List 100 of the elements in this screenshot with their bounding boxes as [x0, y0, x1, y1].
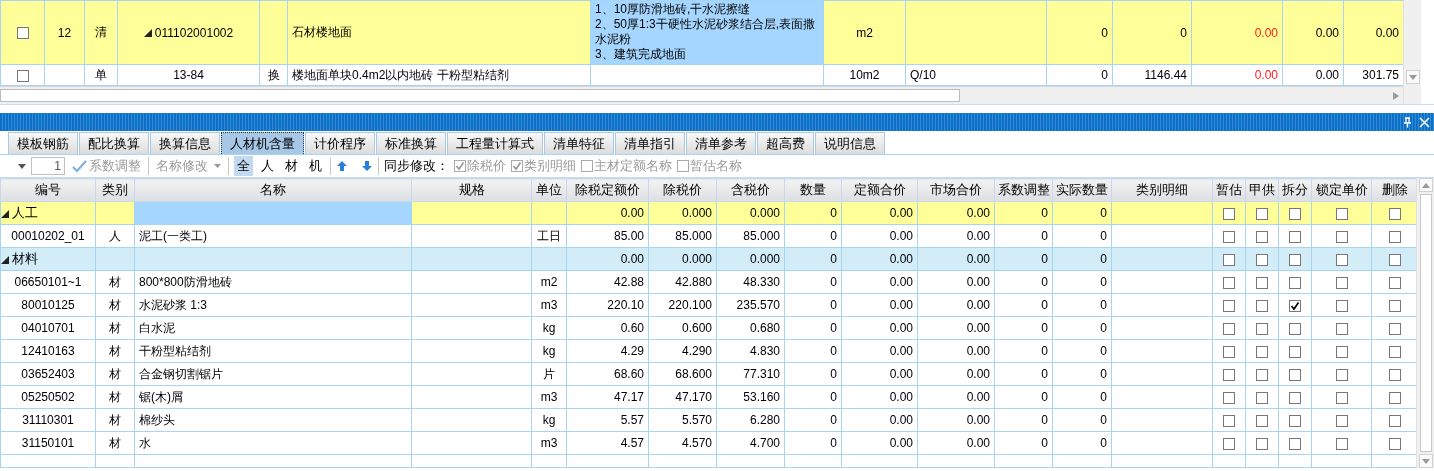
checkbox[interactable]: [1389, 368, 1401, 381]
checkbox[interactable]: [1289, 437, 1301, 450]
checkbox[interactable]: [1289, 276, 1301, 289]
vertical-scrollbar[interactable]: [1416, 178, 1434, 468]
tab[interactable]: 换算信息: [150, 132, 220, 154]
filter-button[interactable]: 材: [282, 156, 301, 176]
column-header[interactable]: 类别: [95, 178, 135, 202]
scroll-down-button[interactable]: [1418, 454, 1433, 468]
checkbox[interactable]: [1223, 368, 1235, 381]
checkbox[interactable]: [1256, 253, 1268, 266]
checkbox[interactable]: [1223, 299, 1235, 312]
tab[interactable]: 清单特征: [544, 132, 614, 154]
checkbox[interactable]: [1335, 207, 1348, 220]
checkbox[interactable]: [1335, 414, 1348, 427]
checkbox[interactable]: [1389, 299, 1401, 312]
checkbox[interactable]: [16, 27, 29, 40]
checkbox[interactable]: [1223, 322, 1235, 335]
move-down-icon[interactable]: [361, 160, 373, 172]
checkbox[interactable]: [1256, 299, 1268, 312]
checkbox[interactable]: [1223, 437, 1235, 450]
move-up-icon[interactable]: [336, 160, 348, 172]
column-header[interactable]: 规格: [411, 178, 532, 202]
checkbox[interactable]: [1223, 414, 1235, 427]
expanded-triangle-icon[interactable]: [143, 29, 152, 38]
checkbox[interactable]: [1389, 253, 1401, 266]
checkbox[interactable]: [1256, 414, 1268, 427]
checkbox[interactable]: [1256, 230, 1268, 243]
column-header[interactable]: 定额合价: [841, 178, 918, 202]
column-header[interactable]: 编号: [0, 178, 96, 202]
column-header[interactable]: 数量: [784, 178, 842, 202]
checkbox[interactable]: [1256, 345, 1268, 358]
checkbox[interactable]: [1389, 276, 1401, 289]
checkbox[interactable]: [1256, 276, 1268, 289]
group-row[interactable]: 人工 0.00 0.000 0.000 0 0.00 0.00 0 0: [0, 201, 1417, 225]
tab[interactable]: 清单参考: [686, 132, 756, 154]
vertical-scrollbar[interactable]: [1403, 0, 1421, 104]
tab[interactable]: 清单指引: [615, 132, 685, 154]
tab[interactable]: 超高费: [757, 132, 814, 154]
checkbox[interactable]: [1389, 437, 1401, 450]
checkbox[interactable]: [1223, 230, 1235, 243]
checkbox[interactable]: [1335, 322, 1348, 335]
close-icon[interactable]: [1419, 116, 1430, 128]
checkbox[interactable]: [1389, 230, 1401, 243]
checkbox[interactable]: [16, 69, 29, 82]
checkbox[interactable]: [1223, 253, 1235, 266]
checkbox[interactable]: [1289, 391, 1301, 404]
filter-button[interactable]: 机: [306, 156, 325, 176]
scroll-down-button[interactable]: [1405, 70, 1420, 84]
column-header[interactable]: 除税价: [648, 178, 717, 202]
checkbox[interactable]: [1335, 345, 1348, 358]
checkbox[interactable]: [1223, 345, 1235, 358]
scrollbar-thumb[interactable]: [1419, 194, 1432, 452]
expanded-triangle-icon[interactable]: [1, 255, 9, 264]
column-header[interactable]: 暂估: [1212, 178, 1246, 202]
caret-icon[interactable]: [18, 163, 26, 169]
checkbox[interactable]: [1335, 230, 1348, 243]
checkbox[interactable]: [1223, 207, 1235, 220]
filter-button[interactable]: 人: [258, 156, 277, 176]
checkbox[interactable]: [1389, 391, 1401, 404]
checkbox[interactable]: [1256, 207, 1268, 220]
checkbox[interactable]: [1256, 437, 1268, 450]
tab[interactable]: 模板钢筋: [8, 132, 78, 154]
spin-field[interactable]: 1: [31, 157, 65, 175]
checkbox[interactable]: [1289, 322, 1301, 335]
tab[interactable]: 人材机含量: [221, 132, 304, 154]
checkbox[interactable]: [1335, 299, 1348, 312]
tab[interactable]: 说明信息: [815, 132, 885, 154]
column-header[interactable]: 名称: [134, 178, 412, 202]
horizontal-scrollbar[interactable]: [0, 86, 1403, 104]
tab[interactable]: 配比换算: [79, 132, 149, 154]
focused-cell[interactable]: [134, 201, 412, 225]
checkbox[interactable]: [1256, 368, 1268, 381]
group-row[interactable]: 材料 0.00 0.000 0.000 0 0.00 0.00 0 0: [0, 247, 1417, 271]
column-header[interactable]: 锁定单价: [1311, 178, 1372, 202]
tab[interactable]: 标准换算: [376, 132, 446, 154]
column-header[interactable]: 类别明细: [1111, 178, 1213, 202]
checkbox[interactable]: [1289, 368, 1301, 381]
checkbox[interactable]: [1223, 276, 1235, 289]
filter-button[interactable]: 全: [234, 156, 253, 176]
column-header[interactable]: 系数调整: [994, 178, 1053, 202]
column-header[interactable]: 市场合价: [917, 178, 995, 202]
column-header[interactable]: 除税定额价: [566, 178, 649, 202]
checkbox[interactable]: [1289, 230, 1301, 243]
checkbox[interactable]: [1335, 253, 1348, 266]
checkbox[interactable]: [1289, 253, 1301, 266]
checkbox[interactable]: [1335, 276, 1348, 289]
column-header[interactable]: 拆分: [1278, 178, 1312, 202]
checkbox[interactable]: [1389, 345, 1401, 358]
checkbox[interactable]: [1335, 437, 1348, 450]
column-header[interactable]: 实际数量: [1052, 178, 1112, 202]
checkbox[interactable]: [1289, 207, 1301, 220]
checkbox[interactable]: [1335, 391, 1348, 404]
scroll-right-icon[interactable]: [1393, 91, 1399, 100]
checkbox[interactable]: [1389, 322, 1401, 335]
checkbox[interactable]: [1256, 391, 1268, 404]
expanded-triangle-icon[interactable]: [1, 209, 9, 218]
column-header[interactable]: 含税价: [716, 178, 785, 202]
column-header[interactable]: 删除: [1371, 178, 1417, 202]
checkbox[interactable]: [1223, 391, 1235, 404]
tab[interactable]: 工程量计算式: [447, 132, 543, 154]
